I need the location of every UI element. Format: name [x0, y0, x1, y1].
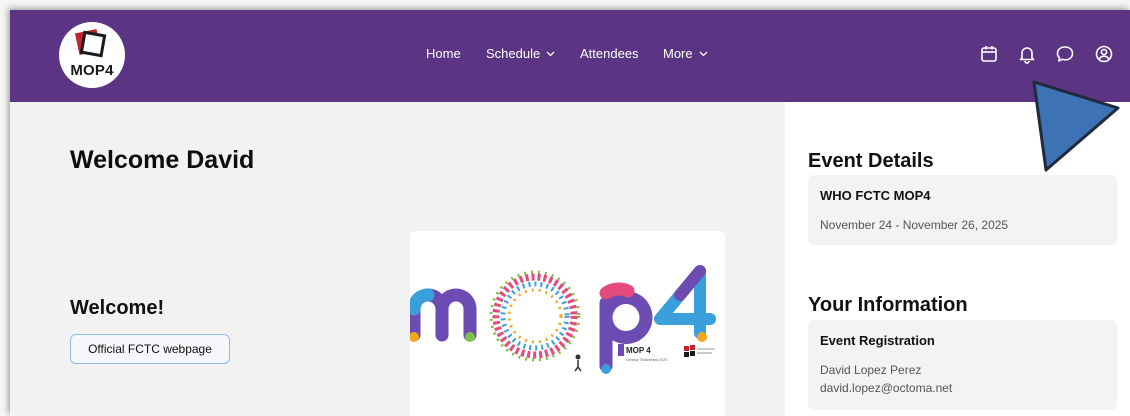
- chevron-down-icon: [546, 51, 555, 56]
- banner-badge-subtitle: Geneva, Switzerland 2025: [626, 358, 667, 362]
- mop4-banner-image: MOP 4 Geneva, Switzerland 2025: [410, 265, 716, 374]
- top-header: MOP4 Home Schedule Attendees More: [10, 10, 1130, 102]
- nav-home[interactable]: Home: [426, 46, 461, 61]
- chat-icon[interactable]: [1055, 44, 1075, 64]
- pointer-arrow-icon: [1032, 80, 1120, 172]
- user-icon[interactable]: [1094, 44, 1114, 64]
- user-email: david.lopez@octoma.net: [820, 381, 953, 395]
- page-title: Welcome David: [70, 146, 255, 174]
- bell-icon[interactable]: [1017, 44, 1037, 64]
- official-fctc-webpage-button[interactable]: Official FCTC webpage: [70, 334, 230, 364]
- nav-attendees-label: Attendees: [580, 46, 639, 61]
- main-nav: Home Schedule Attendees More: [10, 10, 1130, 102]
- welcome-heading: Welcome!: [70, 297, 165, 319]
- chevron-down-icon: [699, 51, 708, 56]
- event-banner: MOP 4 Geneva, Switzerland 2025: [410, 231, 725, 416]
- nav-more[interactable]: More: [663, 46, 708, 61]
- nav-home-label: Home: [426, 46, 461, 61]
- registration-title: Event Registration: [820, 333, 935, 348]
- banner-badge-title: MOP 4: [626, 346, 651, 355]
- main-content: Welcome David Welcome! Official FCTC web…: [10, 102, 785, 416]
- nav-attendees[interactable]: Attendees: [580, 46, 639, 61]
- user-name: David Lopez Perez: [820, 363, 922, 377]
- your-information-heading: Your Information: [808, 294, 968, 316]
- event-details-heading: Event Details: [808, 150, 934, 172]
- event-details-card: WHO FCTC MOP4 November 24 - November 26,…: [808, 175, 1117, 245]
- nav-schedule-label: Schedule: [486, 46, 541, 61]
- registration-card: Event Registration David Lopez Perez dav…: [808, 320, 1117, 410]
- calendar-icon[interactable]: [979, 44, 999, 64]
- nav-more-label: More: [663, 46, 693, 61]
- event-name: WHO FCTC MOP4: [820, 188, 931, 203]
- nav-schedule[interactable]: Schedule: [486, 46, 555, 61]
- event-dates: November 24 - November 26, 2025: [820, 218, 1009, 232]
- app-window: MOP4 Home Schedule Attendees More Welcom…: [10, 10, 1130, 416]
